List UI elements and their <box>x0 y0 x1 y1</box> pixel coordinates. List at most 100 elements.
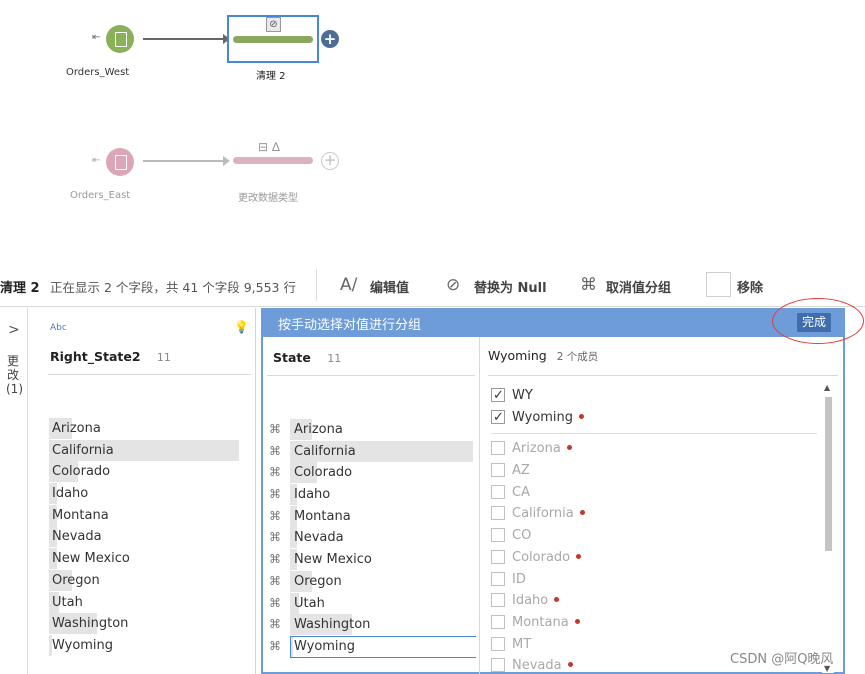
value-row[interactable]: Utah <box>49 591 244 614</box>
lightbulb-icon[interactable]: 💡 <box>234 320 249 334</box>
state-row[interactable]: ⌘ Wyoming <box>269 635 477 658</box>
change-type-bar[interactable] <box>233 157 313 164</box>
member-checkbox[interactable] <box>491 658 505 673</box>
member-row[interactable]: Arizona <box>491 438 821 460</box>
member-checkbox[interactable] <box>491 593 505 608</box>
member-checkbox[interactable] <box>491 506 505 521</box>
divider <box>48 374 251 375</box>
value-row[interactable]: New Mexico <box>49 548 244 570</box>
paperclip-icon: ⌘ <box>269 595 281 610</box>
scroll-thumb[interactable] <box>825 397 832 551</box>
value-row[interactable]: Colorado <box>49 461 244 483</box>
state-row[interactable]: ⌘ Oregon <box>269 570 477 593</box>
state-label: New Mexico <box>294 552 372 568</box>
paperclip-icon: ⌘ <box>269 487 281 502</box>
add-step-button[interactable]: + <box>321 30 339 48</box>
state-label: California <box>294 443 356 459</box>
field-distinct-count: 11 <box>156 351 171 364</box>
string-type-icon[interactable]: Abc <box>50 323 67 333</box>
orders-east-node[interactable]: ⇤ Orders_East <box>60 147 160 207</box>
state-row[interactable]: ⌘ Montana <box>269 505 477 528</box>
member-checkbox[interactable] <box>491 385 505 406</box>
member-label: Idaho <box>512 593 549 609</box>
member-row[interactable]: CO <box>491 525 821 547</box>
paperclip-icon: ⌘ <box>269 638 281 653</box>
field-status-text: 正在显示 2 个字段，共 41 个字段 9,553 行 <box>50 280 296 295</box>
member-list: WY Wyoming Arizona AZ CA California CO Colorado… <box>491 385 821 674</box>
changes-pane[interactable]: > 更改(1) <box>0 308 28 674</box>
state-row[interactable]: ⌘ Arizona <box>269 419 477 441</box>
orders-west-node[interactable]: ⇤ Orders_West <box>60 24 150 84</box>
member-row[interactable]: Colorado <box>491 547 821 569</box>
member-scrollbar[interactable]: ▲ ▼ <box>822 383 834 673</box>
chevron-right-icon[interactable]: > <box>8 322 20 338</box>
value-row[interactable]: Montana <box>49 504 244 527</box>
member-checkbox[interactable] <box>491 528 505 543</box>
add-step-button[interactable]: + <box>321 152 339 170</box>
state-row[interactable]: ⌘ Utah <box>269 592 477 615</box>
member-row[interactable]: ID <box>491 569 821 591</box>
member-checkbox[interactable] <box>491 407 505 428</box>
member-row[interactable]: Montana <box>491 612 821 634</box>
not-in-group-dot-icon <box>554 597 560 603</box>
member-label: Arizona <box>512 441 561 457</box>
annotation-circle <box>772 298 864 344</box>
field-name: Right_State2 11 <box>50 349 171 364</box>
member-label-wrap: Wyoming <box>512 407 585 428</box>
member-checkbox[interactable] <box>491 571 505 586</box>
member-checkbox[interactable] <box>491 484 505 499</box>
member-row[interactable]: WY <box>491 385 821 407</box>
value-row[interactable]: Arizona <box>49 418 244 440</box>
member-label-wrap: Idaho <box>512 590 560 611</box>
state-row[interactable]: ⌘ Idaho <box>269 484 477 506</box>
field-card-right-state2: Abc 💡 Right_State2 11 Arizona California C… <box>28 308 256 674</box>
group-header: Wyoming 2 个成员 <box>488 348 598 364</box>
member-row[interactable]: CA <box>491 482 821 504</box>
state-field-column: State 11 ⌘ Arizona ⌘ California ⌘ Colorado ⌘ Id… <box>265 337 480 674</box>
edit-value-button[interactable]: 编辑值 <box>370 277 409 296</box>
ungroup-button[interactable]: 取消值分组 <box>606 277 671 296</box>
paperclip-icon: ⌘ <box>269 465 281 480</box>
state-row[interactable]: ⌘ New Mexico <box>269 549 477 571</box>
member-label: Colorado <box>512 549 571 565</box>
member-checkbox[interactable] <box>491 636 505 651</box>
state-label: Wyoming <box>294 638 356 654</box>
member-label: Montana <box>512 614 569 630</box>
clean2-step[interactable]: ⊘ <box>227 15 319 63</box>
member-label-wrap: Nevada <box>512 655 573 674</box>
null-icon: ⊘ <box>446 275 461 295</box>
flow-connector <box>143 156 230 166</box>
member-row[interactable]: Wyoming <box>491 407 821 429</box>
value-row[interactable]: Wyoming <box>49 634 244 657</box>
member-row[interactable]: AZ <box>491 460 821 482</box>
value-row[interactable]: Nevada <box>49 526 244 548</box>
profile-toolbar: 清理 2 正在显示 2 个字段，共 41 个字段 9,553 行 A/ 编辑值 … <box>0 263 865 307</box>
member-label: California <box>512 506 574 522</box>
member-label-wrap: ID <box>512 569 526 590</box>
value-label: Colorado <box>52 464 111 480</box>
value-row[interactable]: California <box>49 439 244 462</box>
value-row[interactable]: Idaho <box>49 483 244 505</box>
member-checkbox[interactable] <box>491 441 505 456</box>
member-checkbox[interactable] <box>491 463 505 478</box>
panel-header: 按手动选择对值进行分组 完成 <box>263 308 845 337</box>
value-label: Oregon <box>52 572 100 588</box>
state-row[interactable]: ⌘ Colorado <box>269 462 477 484</box>
clean2-bar <box>233 36 313 43</box>
member-checkbox[interactable] <box>491 549 505 564</box>
changes-label: 更改(1) <box>6 354 23 396</box>
input-step-icon: ⇤ <box>92 32 101 43</box>
scroll-up-icon[interactable]: ▲ <box>824 383 830 392</box>
state-row[interactable]: ⌘ Washington <box>269 614 477 636</box>
remove-button[interactable]: 移除 <box>737 277 763 296</box>
value-row[interactable]: Oregon <box>49 569 244 592</box>
member-row[interactable]: Idaho <box>491 590 821 612</box>
replace-null-button[interactable]: 替换为 Null <box>474 277 547 296</box>
value-row[interactable]: Washington <box>49 613 244 635</box>
state-row[interactable]: ⌘ Nevada <box>269 527 477 549</box>
state-row[interactable]: ⌘ California <box>269 440 477 463</box>
value-label: Nevada <box>52 529 102 545</box>
paperclip-icon: ⌘ <box>269 508 281 523</box>
member-checkbox[interactable] <box>491 614 505 629</box>
member-row[interactable]: California <box>491 503 821 525</box>
